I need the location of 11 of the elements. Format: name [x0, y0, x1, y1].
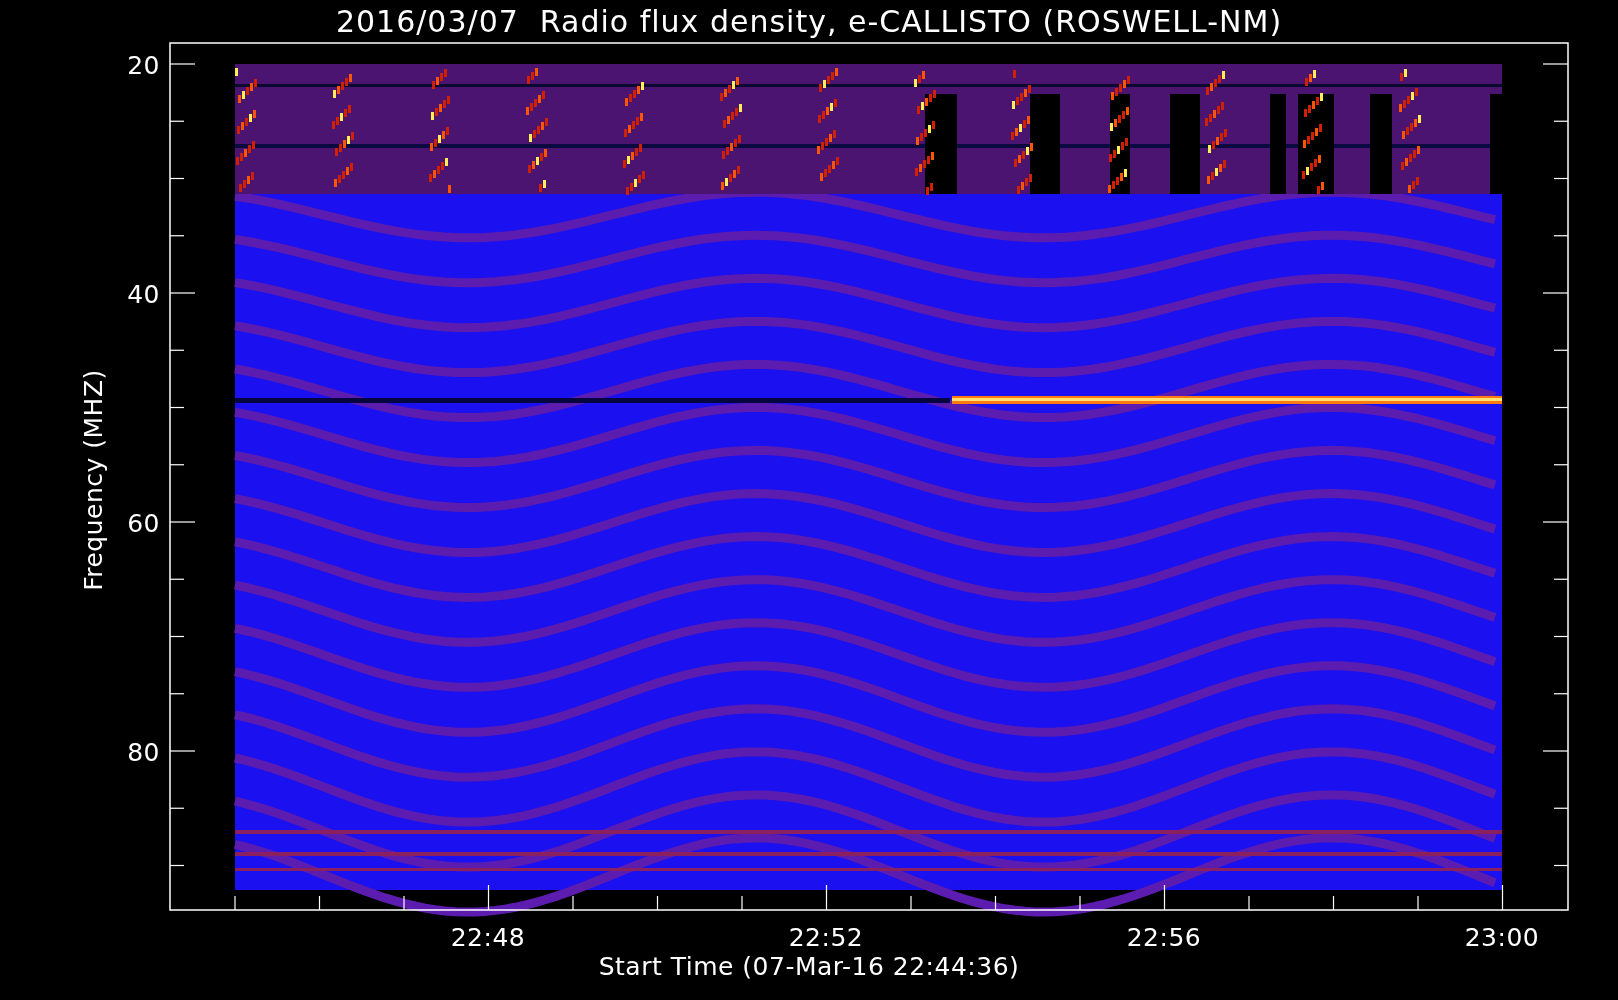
axis-tick-label: 22:52 — [788, 923, 864, 952]
chart-title: 2016/03/07 Radio flux density, e-CALLISTO (ROSWELL-NM) — [335, 4, 1283, 39]
axis-tick-label: 22:48 — [450, 923, 526, 952]
axis-title: Start Time (07-Mar-16 22:44:36) — [598, 952, 1020, 981]
axis-title: Frequency (MHZ) — [79, 369, 108, 591]
axis-tick-label: 20 — [127, 51, 160, 80]
axis-tick-label: 40 — [127, 280, 160, 309]
axis-tick-label: 60 — [127, 509, 160, 538]
axis-tick-label: 80 — [127, 738, 160, 767]
axis-tick-label: 23:00 — [1464, 923, 1540, 952]
axis-tick-label: 22:56 — [1126, 923, 1202, 952]
